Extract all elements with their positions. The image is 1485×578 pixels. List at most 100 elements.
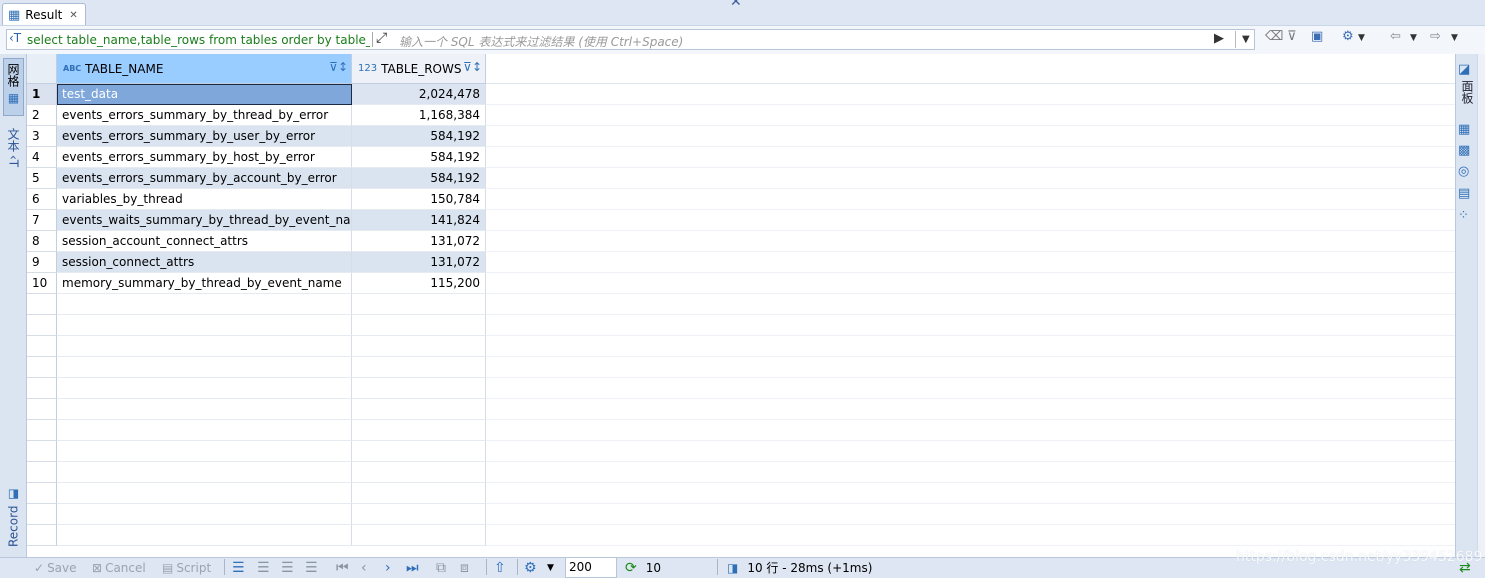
cell-table-name[interactable]: events_waits_summary_by_thread_by_event_… [57,210,352,231]
tab-record[interactable]: Record ◧ [3,485,24,547]
row-number[interactable]: 10 [27,273,57,294]
row-number[interactable] [27,378,57,399]
cell-table-name[interactable] [57,336,352,357]
table-row[interactable]: 5 events_errors_summary_by_account_by_err… [27,168,1455,189]
column-header-table-rows[interactable]: 123 TABLE_ROWS ⊽↕ [352,54,486,84]
row-number[interactable] [27,525,57,546]
table-row[interactable]: 9 session_connect_attrs 131,072 [27,252,1455,273]
filter-icon[interactable]: ⊽ [1287,29,1297,44]
cell-table-name[interactable] [57,378,352,399]
cell-table-rows[interactable]: 584,192 [352,126,486,147]
panel-toggle-icon[interactable]: ▣ [1311,29,1323,44]
cell-table-name[interactable]: variables_by_thread [57,189,352,210]
row-number[interactable] [27,315,57,336]
cell-table-name[interactable]: events_errors_summary_by_thread_by_error [57,105,352,126]
edit-row-icon[interactable]: ☰ [232,559,245,576]
cell-table-rows[interactable] [352,294,486,315]
cell-table-name[interactable]: events_errors_summary_by_user_by_error [57,126,352,147]
row-number-header[interactable] [27,54,57,84]
fetch-size-input[interactable]: 200 [565,557,617,578]
cell-table-name[interactable]: session_account_connect_attrs [57,231,352,252]
row-number[interactable]: 1 [27,84,57,105]
cell-table-rows[interactable] [352,357,486,378]
row-number[interactable] [27,399,57,420]
delete-row-icon[interactable]: ☰ [305,559,318,576]
cell-table-name[interactable] [57,315,352,336]
export-icon[interactable]: ⇧ [494,559,506,576]
filter-history-dropdown-icon[interactable]: ▼ [1235,31,1250,48]
cancel-button[interactable]: ⊠ Cancel [92,559,146,576]
row-number[interactable]: 9 [27,252,57,273]
cell-table-name[interactable] [57,399,352,420]
next-page-icon[interactable]: › [385,559,391,576]
cell-table-name[interactable] [57,357,352,378]
sort-filter-icon[interactable]: ⊽↕ [463,60,482,74]
row-number[interactable]: 4 [27,147,57,168]
cell-table-rows[interactable] [352,399,486,420]
save-button[interactable]: ✓ Save [34,559,77,576]
row-number[interactable]: 5 [27,168,57,189]
group-icon[interactable]: ⁘ [1458,208,1469,223]
cell-table-name[interactable] [57,441,352,462]
cell-table-rows[interactable] [352,420,486,441]
row-number[interactable]: 6 [27,189,57,210]
collapse-chevron-icon[interactable]: ✕ [730,0,742,10]
sort-filter-icon[interactable]: ⊽↕ [329,60,348,74]
row-number[interactable] [27,294,57,315]
filter-placeholder[interactable]: 输入一个 SQL 表达式来过滤结果 (使用 Ctrl+Space) [399,33,683,50]
table-row[interactable]: 3 events_errors_summary_by_user_by_error 5… [27,126,1455,147]
row-number[interactable]: 7 [27,210,57,231]
add-row-icon[interactable]: ☰ [257,559,270,576]
cell-table-rows[interactable]: 131,072 [352,231,486,252]
row-number[interactable] [27,441,57,462]
apply-filter-icon[interactable]: ▶ [1214,31,1224,46]
cell-table-rows[interactable]: 115,200 [352,273,486,294]
cell-table-rows[interactable]: 1,168,384 [352,105,486,126]
cell-table-name[interactable] [57,462,352,483]
cell-table-rows[interactable]: 584,192 [352,147,486,168]
copy-row-icon[interactable]: ☰ [281,559,294,576]
table-row[interactable]: 1 test_data 2,024,478 [27,84,1455,105]
row-number[interactable]: 3 [27,126,57,147]
cell-table-rows[interactable] [352,462,486,483]
cell-table-rows[interactable] [352,315,486,336]
fetch-next-icon[interactable]: ⧉ [436,559,446,576]
close-icon[interactable]: ✕ [69,10,77,21]
layout-icon[interactable]: ▤ [1458,186,1470,201]
fetch-all-icon[interactable]: ⧈ [460,559,469,576]
cell-table-name[interactable] [57,525,352,546]
table-row[interactable]: 10 memory_summary_by_thread_by_event_name… [27,273,1455,294]
cell-table-name[interactable]: memory_summary_by_thread_by_event_name [57,273,352,294]
forward-arrow-icon[interactable]: ⇨ [1430,29,1441,44]
table-row[interactable]: 4 events_errors_summary_by_host_by_error 5… [27,147,1455,168]
script-button[interactable]: ▤ Script [162,559,211,576]
row-number[interactable] [27,357,57,378]
first-page-icon[interactable]: ⏮ [336,559,349,576]
table-row[interactable]: 7 events_waits_summary_by_thread_by_event… [27,210,1455,231]
panels-icon[interactable]: ◪ [1458,62,1470,77]
forward-dropdown-icon[interactable]: ▼ [1451,33,1458,43]
checker-grid-icon[interactable]: ▩ [1458,143,1470,158]
column-header-table-name[interactable]: ABC TABLE_NAME ⊽↕ [57,54,352,84]
settings-icon[interactable]: ⚙ [1342,29,1354,44]
eraser-icon[interactable]: ⌫ [1265,29,1283,44]
filter-input[interactable]: ‹T select table_name,table_rows from tab… [6,29,1255,50]
table-row[interactable]: 2 events_errors_summary_by_thread_by_erro… [27,105,1455,126]
settings-dropdown-icon[interactable]: ▼ [1358,33,1365,43]
cell-table-name[interactable]: session_connect_attrs [57,252,352,273]
result-grid[interactable]: ABC TABLE_NAME ⊽↕ 123 TABLE_ROWS ⊽↕ 1 tes… [27,54,1455,557]
row-number[interactable] [27,504,57,525]
tab-text[interactable]: 文本 ‹T [3,128,24,174]
cell-table-name[interactable]: events_errors_summary_by_host_by_error [57,147,352,168]
refresh-button[interactable]: ⟳ 10 [625,559,661,576]
panels-label[interactable]: 面板 [1459,80,1476,104]
row-number[interactable] [27,483,57,504]
back-dropdown-icon[interactable]: ▼ [1410,33,1417,43]
vertical-scrollbar[interactable] [1477,54,1485,557]
cell-table-name[interactable]: events_errors_summary_by_account_by_erro… [57,168,352,189]
tab-grid[interactable]: 网格 ▦ [3,58,24,116]
cell-table-rows[interactable] [352,483,486,504]
cell-table-name[interactable] [57,504,352,525]
row-number[interactable] [27,462,57,483]
table-row[interactable]: 6 variables_by_thread 150,784 [27,189,1455,210]
